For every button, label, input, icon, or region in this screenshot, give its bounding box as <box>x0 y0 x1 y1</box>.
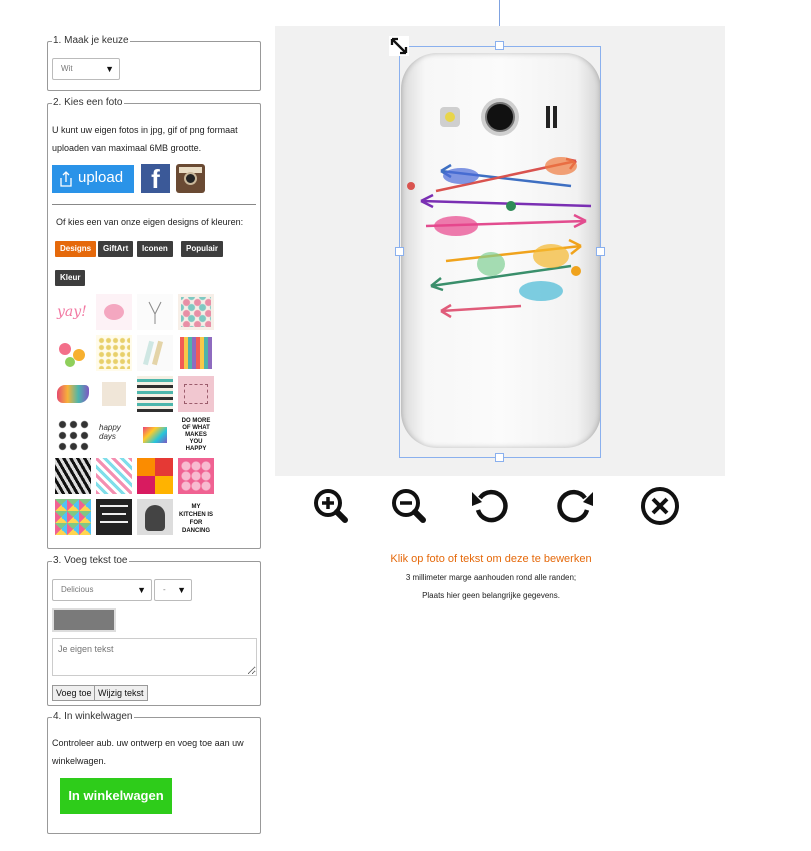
resize-handle[interactable] <box>495 41 504 50</box>
design-thumb[interactable] <box>96 376 132 412</box>
text-legend: 3. Voeg tekst toe <box>52 555 129 567</box>
divider <box>52 204 256 205</box>
important-note: Plaats hier geen belangrijke gegevens. <box>422 591 560 600</box>
design-thumb[interactable] <box>178 458 214 494</box>
zoom-out-icon[interactable] <box>389 486 429 526</box>
design-thumb[interactable] <box>137 458 173 494</box>
add-to-cart-button[interactable]: In winkelwagen <box>60 778 172 814</box>
cart-legend: 4. In winkelwagen <box>52 711 134 723</box>
instagram-icon[interactable] <box>176 164 205 193</box>
tab-designs[interactable]: Designs <box>55 241 97 257</box>
design-thumb[interactable] <box>137 417 173 453</box>
design-thumb[interactable] <box>137 376 173 412</box>
cart-text: Controleer aub. uw ontwerp en voeg toe a… <box>52 738 244 766</box>
design-thumb[interactable]: happy days <box>96 417 132 453</box>
photo-panel: 2. Kies een foto U kunt uw eigen fotos i… <box>47 97 261 549</box>
design-thumb[interactable] <box>55 458 91 494</box>
color-select[interactable]: Wit ▼ <box>52 58 120 80</box>
facebook-icon[interactable]: f <box>141 164 170 194</box>
margin-note: 3 millimeter marge aanhouden rond alle r… <box>405 573 577 582</box>
design-thumb[interactable] <box>178 294 214 330</box>
choose-legend: 1. Maak je keuze <box>52 35 130 47</box>
chevron-down-icon: ▼ <box>137 585 146 595</box>
thumb-text: yay! <box>57 304 87 320</box>
design-thumb[interactable]: MY KITCHEN IS FOR DANCING <box>178 499 214 535</box>
design-thumb[interactable] <box>55 417 91 453</box>
resize-handle[interactable] <box>596 247 605 256</box>
design-thumb[interactable]: DO MORE OF WHAT MAKES YOU HAPPY <box>178 417 214 453</box>
design-thumb[interactable] <box>96 458 132 494</box>
design-thumb[interactable] <box>96 335 132 371</box>
design-thumb[interactable] <box>178 335 214 371</box>
design-thumb[interactable]: yay! <box>55 294 91 330</box>
or-choose-text: Of kies een van onze eigen designs of kl… <box>56 217 244 227</box>
resize-handle[interactable] <box>395 247 404 256</box>
design-thumb[interactable] <box>55 499 91 535</box>
photo-legend: 2. Kies een foto <box>52 97 124 109</box>
font-select[interactable]: Delicious ▼ <box>52 579 152 601</box>
cart-panel: 4. In winkelwagen Controleer aub. uw ont… <box>47 711 261 834</box>
color-swatch[interactable] <box>52 608 116 632</box>
add-text-button[interactable]: Voeg toe <box>52 685 96 701</box>
design-canvas[interactable] <box>275 26 725 476</box>
thumb-text: MY KITCHEN IS FOR DANCING <box>179 504 214 534</box>
design-thumb[interactable] <box>178 376 214 412</box>
text-input[interactable] <box>52 638 257 676</box>
design-thumb[interactable] <box>96 294 132 330</box>
edit-hint: Klik op foto of tekst om deze te bewerke… <box>390 553 592 565</box>
design-thumb[interactable] <box>137 499 173 535</box>
selection-frame[interactable] <box>399 46 601 458</box>
design-thumb[interactable] <box>96 499 132 535</box>
tab-kleur[interactable]: Kleur <box>55 270 86 286</box>
edit-text-button[interactable]: Wijzig tekst <box>94 685 148 701</box>
size-select[interactable]: - ▼ <box>154 579 192 601</box>
chevron-down-icon: ▼ <box>105 64 114 74</box>
design-thumb[interactable] <box>55 335 91 371</box>
choose-panel: 1. Maak je keuze Wit ▼ <box>47 35 261 91</box>
size-select-value: - <box>163 585 166 594</box>
remove-icon[interactable] <box>640 486 680 526</box>
photo-intro: U kunt uw eigen fotos in jpg, gif of png… <box>52 125 238 153</box>
color-select-value: Wit <box>61 64 73 73</box>
design-thumb[interactable] <box>55 376 91 412</box>
rotate-left-icon[interactable] <box>470 486 510 526</box>
thumb-text: DO MORE OF WHAT MAKES YOU HAPPY <box>181 418 211 452</box>
thumb-text: happy days <box>99 423 121 441</box>
chevron-down-icon: ▼ <box>177 585 186 595</box>
tab-iconen[interactable]: Iconen <box>137 241 173 257</box>
text-panel: 3. Voeg tekst toe Delicious ▼ - ▼ Voeg t… <box>47 555 261 706</box>
zoom-in-icon[interactable] <box>311 486 351 526</box>
upload-button[interactable]: upload <box>52 165 134 193</box>
tab-populair[interactable]: Populair <box>181 241 224 257</box>
resize-handle[interactable] <box>495 453 504 462</box>
upload-label: upload <box>78 169 124 186</box>
font-select-value: Delicious <box>61 585 94 594</box>
tab-giftart[interactable]: GiftArt <box>98 241 134 257</box>
design-thumb[interactable] <box>137 294 173 330</box>
upload-icon <box>60 171 72 187</box>
rotate-right-icon[interactable] <box>555 486 595 526</box>
design-thumb[interactable] <box>137 335 173 371</box>
resize-corner-icon[interactable] <box>389 36 409 56</box>
